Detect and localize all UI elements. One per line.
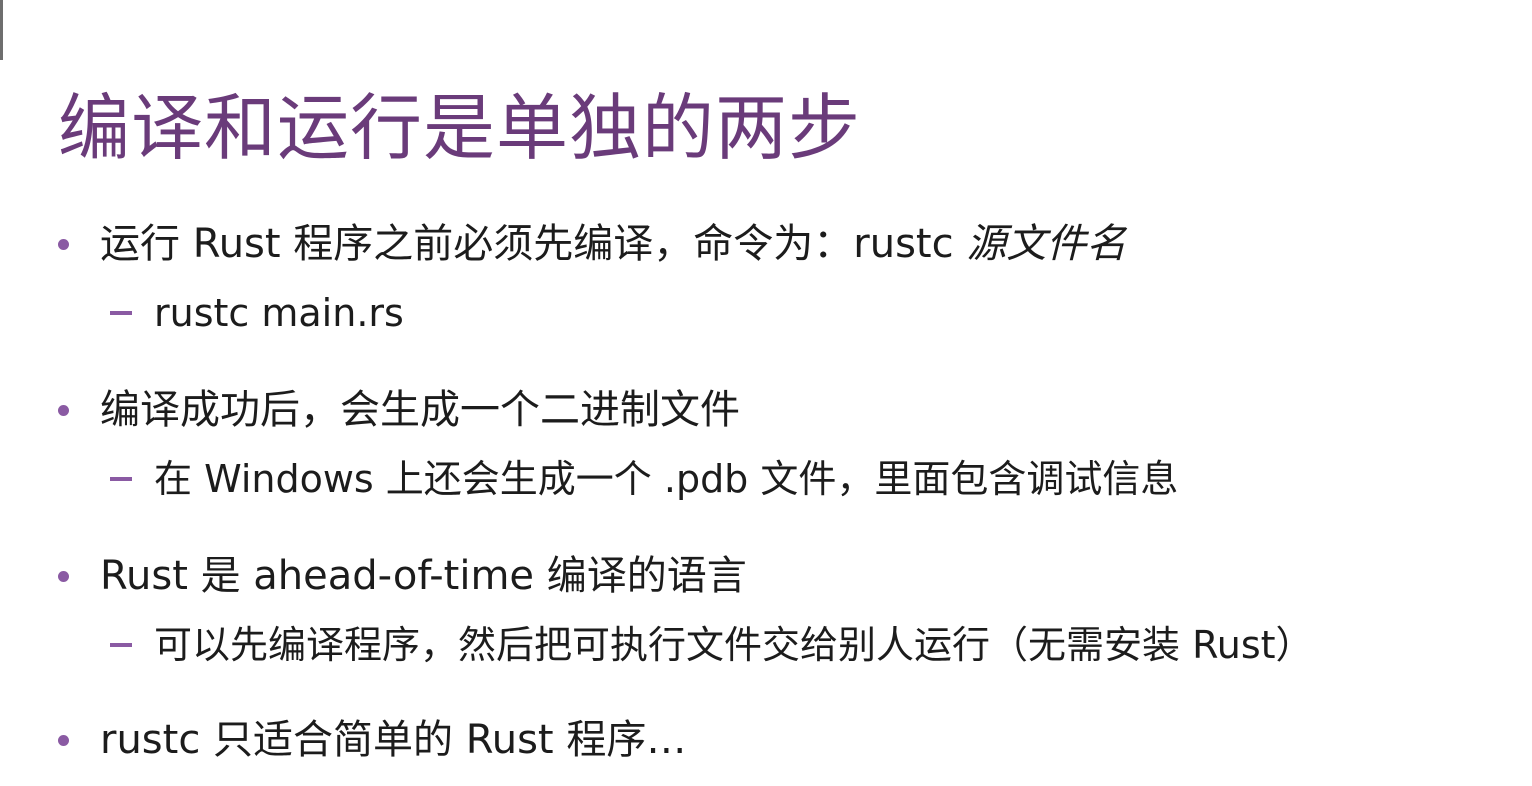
bullet-text-main: 运行 Rust 程序之前必须先编译，命令为：rustc bbox=[100, 221, 967, 267]
bullet-dot-icon bbox=[58, 238, 69, 250]
bullet-dot-icon bbox=[58, 570, 69, 582]
bullet-text: Rust 是 ahead-of-time 编译的语言 bbox=[100, 553, 747, 599]
slide-title: 编译和运行是单独的两步 bbox=[58, 86, 862, 170]
bullet-item: Rust 是 ahead-of-time 编译的语言 bbox=[58, 546, 747, 606]
bullet-text: 编译成功后，会生成一个二进制文件 bbox=[100, 387, 740, 433]
bullet-text-emphasis: 源文件名 bbox=[966, 221, 1127, 267]
bullet-text: 运行 Rust 程序之前必须先编译，命令为：rustc 源文件名 bbox=[100, 214, 1126, 274]
sub-bullet-text: rustc main.rs bbox=[154, 291, 404, 335]
bullet-item: rustc 只适合简单的 Rust 程序… bbox=[58, 710, 686, 770]
bullet-item: 运行 Rust 程序之前必须先编译，命令为：rustc 源文件名 bbox=[58, 214, 1126, 274]
bullet-dot-icon bbox=[58, 404, 69, 416]
sub-bullet-text: 在 Windows 上还会生成一个 .pdb 文件，里面包含调试信息 bbox=[154, 457, 1179, 501]
sub-bullet-item: rustc main.rs bbox=[110, 286, 404, 340]
sub-bullet-item: 可以先编译程序，然后把可执行文件交给别人运行（无需安装 Rust） bbox=[110, 618, 1314, 672]
bullet-dot-icon bbox=[58, 734, 69, 746]
bullet-item: 编译成功后，会生成一个二进制文件 bbox=[58, 380, 740, 440]
sub-bullet-dash-icon bbox=[110, 311, 132, 315]
sub-bullet-text: 可以先编译程序，然后把可执行文件交给别人运行（无需安装 Rust） bbox=[154, 623, 1314, 667]
sub-bullet-item: 在 Windows 上还会生成一个 .pdb 文件，里面包含调试信息 bbox=[110, 452, 1178, 506]
sub-bullet-dash-icon bbox=[110, 477, 132, 481]
bullet-text: rustc 只适合简单的 Rust 程序… bbox=[100, 717, 687, 763]
slide: 编译和运行是单独的两步 运行 Rust 程序之前必须先编译，命令为：rustc … bbox=[0, 0, 1532, 786]
sub-bullet-dash-icon bbox=[110, 643, 132, 647]
